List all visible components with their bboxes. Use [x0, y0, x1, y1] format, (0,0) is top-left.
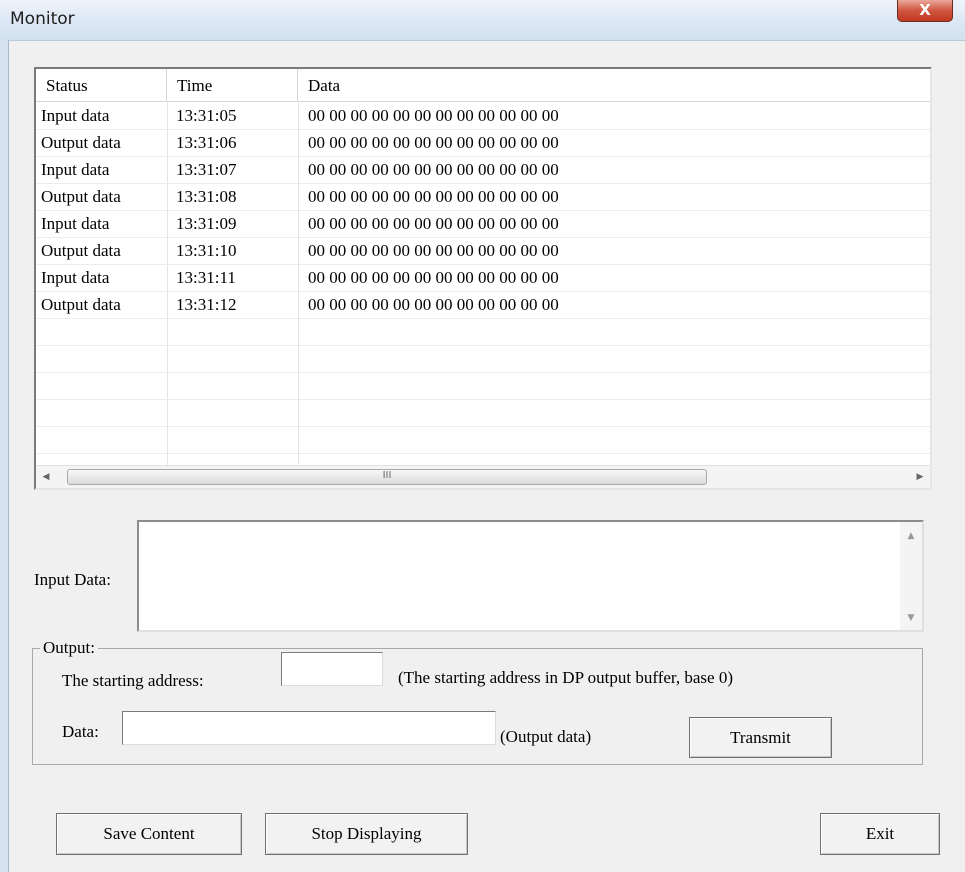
data-label: Data: — [62, 722, 99, 741]
row-data: 00 00 00 00 00 00 00 00 00 00 00 00 — [308, 133, 559, 152]
table-row[interactable]: Output data 13:31:10 00 00 00 00 00 00 00 … — [36, 238, 930, 265]
scroll-down-icon[interactable]: ▼ — [900, 608, 922, 628]
scroll-up-icon[interactable]: ▲ — [900, 526, 922, 546]
row-time: 13:31:10 — [176, 241, 237, 260]
output-group-label: Output: — [40, 638, 98, 658]
window-title: Monitor — [10, 9, 75, 29]
output-data-input[interactable] — [122, 711, 496, 745]
start-address-input[interactable] — [281, 652, 383, 686]
close-button[interactable]: X — [897, 0, 953, 22]
row-time: 13:31:09 — [176, 214, 237, 233]
empty-row — [36, 319, 930, 346]
empty-row — [36, 400, 930, 427]
row-status: Output data — [41, 295, 121, 314]
table-row[interactable]: Input data 13:31:07 00 00 00 00 00 00 00 0… — [36, 157, 930, 184]
table-row[interactable]: Output data 13:31:06 00 00 00 00 00 00 00 … — [36, 130, 930, 157]
title-bar: Monitor X — [0, 0, 965, 41]
row-time: 13:31:12 — [176, 295, 237, 314]
row-time: 13:31:08 — [176, 187, 237, 206]
list-rows: Input data 13:31:05 00 00 00 00 00 00 00 0… — [36, 103, 930, 481]
transmit-button[interactable]: Transmit — [689, 717, 832, 758]
row-time: 13:31:11 — [176, 268, 236, 287]
row-status: Output data — [41, 187, 121, 206]
table-row[interactable]: Output data 13:31:12 00 00 00 00 00 00 00 … — [36, 292, 930, 319]
row-data: 00 00 00 00 00 00 00 00 00 00 00 00 — [308, 187, 559, 206]
row-time: 13:31:05 — [176, 106, 237, 125]
row-status: Input data — [41, 106, 110, 125]
column-header-data[interactable]: Data — [298, 69, 930, 101]
horizontal-scrollbar[interactable]: ◀ III ▶ — [36, 465, 930, 488]
row-status: Output data — [41, 241, 121, 260]
row-data: 00 00 00 00 00 00 00 00 00 00 00 00 — [308, 241, 559, 260]
row-data: 00 00 00 00 00 00 00 00 00 00 00 00 — [308, 106, 559, 125]
table-row[interactable]: Input data 13:31:11 00 00 00 00 00 00 00 0… — [36, 265, 930, 292]
row-status: Input data — [41, 268, 110, 287]
vertical-scrollbar[interactable]: ▲ ▼ — [900, 522, 922, 630]
table-row[interactable]: Output data 13:31:08 00 00 00 00 00 00 00 … — [36, 184, 930, 211]
table-row[interactable]: Input data 13:31:05 00 00 00 00 00 00 00 0… — [36, 103, 930, 130]
list-header: Status Time Data — [36, 69, 930, 102]
exit-button[interactable]: Exit — [820, 813, 940, 855]
monitor-list[interactable]: Status Time Data Input data 13:31:05 00 00… — [34, 67, 932, 490]
row-time: 13:31:07 — [176, 160, 237, 179]
empty-row — [36, 346, 930, 373]
window-border — [0, 40, 9, 872]
table-row[interactable]: Input data 13:31:09 00 00 00 00 00 00 00 0… — [36, 211, 930, 238]
row-status: Input data — [41, 214, 110, 233]
start-address-label: The starting address: — [62, 671, 204, 690]
output-data-hint: (Output data) — [500, 727, 592, 746]
empty-row — [36, 427, 930, 454]
row-status: Input data — [41, 160, 110, 179]
column-header-status[interactable]: Status — [36, 69, 167, 101]
row-data: 00 00 00 00 00 00 00 00 00 00 00 00 — [308, 160, 559, 179]
row-time: 13:31:06 — [176, 133, 237, 152]
row-data: 00 00 00 00 00 00 00 00 00 00 00 00 — [308, 295, 559, 314]
row-data: 00 00 00 00 00 00 00 00 00 00 00 00 — [308, 214, 559, 233]
scroll-right-icon[interactable]: ▶ — [910, 466, 930, 488]
scroll-left-icon[interactable]: ◀ — [36, 466, 56, 488]
row-data: 00 00 00 00 00 00 00 00 00 00 00 00 — [308, 268, 559, 287]
scroll-thumb[interactable]: III — [67, 469, 707, 485]
row-status: Output data — [41, 133, 121, 152]
empty-row — [36, 373, 930, 400]
save-content-button[interactable]: Save Content — [56, 813, 242, 855]
input-data-textarea[interactable]: ▲ ▼ — [137, 520, 924, 632]
column-header-time[interactable]: Time — [167, 69, 298, 101]
stop-displaying-button[interactable]: Stop Displaying — [265, 813, 468, 855]
start-address-hint: (The starting address in DP output buffe… — [398, 668, 733, 687]
input-data-label: Input Data: — [34, 570, 111, 589]
